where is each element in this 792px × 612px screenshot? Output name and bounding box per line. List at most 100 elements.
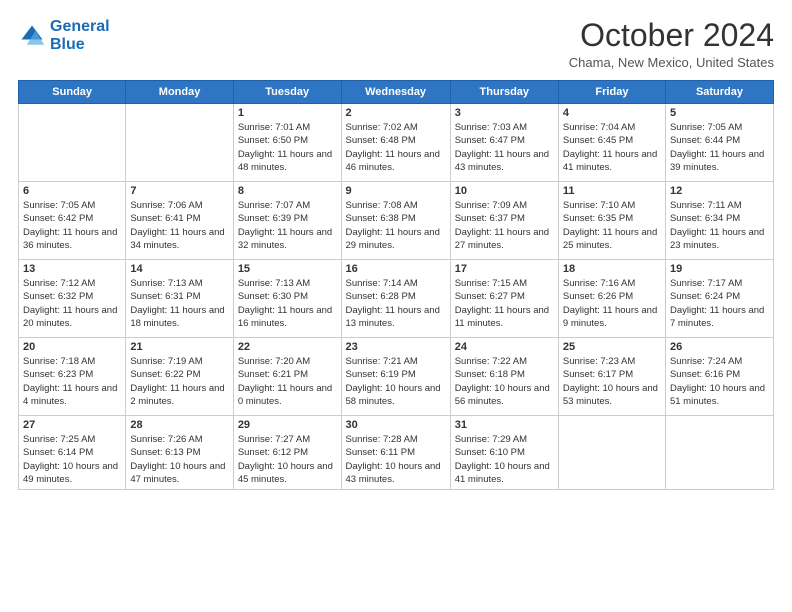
calendar-cell: 24 Sunrise: 7:22 AMSunset: 6:18 PMDayligh… <box>450 338 558 416</box>
day-number: 3 <box>455 107 554 119</box>
calendar-cell: 20 Sunrise: 7:18 AMSunset: 6:23 PMDayligh… <box>19 338 126 416</box>
calendar-cell: 13 Sunrise: 7:12 AMSunset: 6:32 PMDayligh… <box>19 260 126 338</box>
calendar-cell: 18 Sunrise: 7:16 AMSunset: 6:26 PMDayligh… <box>558 260 665 338</box>
calendar-cell: 16 Sunrise: 7:14 AMSunset: 6:28 PMDayligh… <box>341 260 450 338</box>
day-info: Sunrise: 7:11 AMSunset: 6:34 PMDaylight:… <box>670 199 769 252</box>
logo-text: General Blue <box>50 18 110 53</box>
day-number: 31 <box>455 419 554 431</box>
day-info: Sunrise: 7:20 AMSunset: 6:21 PMDaylight:… <box>238 355 337 408</box>
day-info: Sunrise: 7:09 AMSunset: 6:37 PMDaylight:… <box>455 199 554 252</box>
day-number: 17 <box>455 263 554 275</box>
calendar-cell <box>126 104 233 182</box>
day-number: 7 <box>130 185 228 197</box>
calendar-week-2: 13 Sunrise: 7:12 AMSunset: 6:32 PMDayligh… <box>19 260 774 338</box>
calendar-cell: 17 Sunrise: 7:15 AMSunset: 6:27 PMDayligh… <box>450 260 558 338</box>
day-number: 28 <box>130 419 228 431</box>
day-number: 11 <box>563 185 661 197</box>
calendar-cell: 19Sunrise: 7:17 AMSunset: 6:24 PMDayligh… <box>665 260 773 338</box>
header-saturday: Saturday <box>665 81 773 104</box>
day-info: Sunrise: 7:13 AMSunset: 6:30 PMDaylight:… <box>238 277 337 330</box>
calendar-week-3: 20 Sunrise: 7:18 AMSunset: 6:23 PMDayligh… <box>19 338 774 416</box>
header: General Blue October 2024 Chama, New Mex… <box>18 18 774 70</box>
day-number: 5 <box>670 107 769 119</box>
calendar-cell: 14 Sunrise: 7:13 AMSunset: 6:31 PMDayligh… <box>126 260 233 338</box>
day-number: 27 <box>23 419 121 431</box>
day-info: Sunrise: 7:05 AMSunset: 6:42 PMDaylight:… <box>23 199 121 252</box>
header-monday: Monday <box>126 81 233 104</box>
day-number: 14 <box>130 263 228 275</box>
calendar-cell: 30Sunrise: 7:28 AMSunset: 6:11 PMDayligh… <box>341 416 450 490</box>
calendar-week-1: 6 Sunrise: 7:05 AMSunset: 6:42 PMDaylight… <box>19 182 774 260</box>
calendar-cell: 7Sunrise: 7:06 AMSunset: 6:41 PMDaylight… <box>126 182 233 260</box>
calendar-cell: 2Sunrise: 7:02 AMSunset: 6:48 PMDaylight… <box>341 104 450 182</box>
day-number: 15 <box>238 263 337 275</box>
calendar-cell: 3Sunrise: 7:03 AMSunset: 6:47 PMDaylight… <box>450 104 558 182</box>
day-info: Sunrise: 7:17 AMSunset: 6:24 PMDaylight:… <box>670 277 769 330</box>
day-number: 29 <box>238 419 337 431</box>
calendar-cell: 8Sunrise: 7:07 AMSunset: 6:39 PMDaylight… <box>233 182 341 260</box>
day-info: Sunrise: 7:05 AMSunset: 6:44 PMDaylight:… <box>670 121 769 174</box>
calendar-cell: 26 Sunrise: 7:24 AMSunset: 6:16 PMDayligh… <box>665 338 773 416</box>
day-number: 24 <box>455 341 554 353</box>
calendar-cell: 11Sunrise: 7:10 AMSunset: 6:35 PMDayligh… <box>558 182 665 260</box>
day-number: 12 <box>670 185 769 197</box>
calendar-header-row: Sunday Monday Tuesday Wednesday Thursday… <box>19 81 774 104</box>
day-info: Sunrise: 7:26 AMSunset: 6:13 PMDaylight:… <box>130 433 228 486</box>
calendar-cell: 28 Sunrise: 7:26 AMSunset: 6:13 PMDayligh… <box>126 416 233 490</box>
logo-line1: General <box>50 18 110 35</box>
day-number: 22 <box>238 341 337 353</box>
calendar-cell: 25 Sunrise: 7:23 AMSunset: 6:17 PMDayligh… <box>558 338 665 416</box>
logo-line2: Blue <box>50 36 85 53</box>
day-number: 10 <box>455 185 554 197</box>
day-number: 25 <box>563 341 661 353</box>
day-info: Sunrise: 7:22 AMSunset: 6:18 PMDaylight:… <box>455 355 554 408</box>
day-number: 1 <box>238 107 337 119</box>
calendar-cell: 15 Sunrise: 7:13 AMSunset: 6:30 PMDayligh… <box>233 260 341 338</box>
calendar-cell: 31 Sunrise: 7:29 AMSunset: 6:10 PMDayligh… <box>450 416 558 490</box>
day-info: Sunrise: 7:19 AMSunset: 6:22 PMDaylight:… <box>130 355 228 408</box>
calendar-cell: 4 Sunrise: 7:04 AMSunset: 6:45 PMDaylight… <box>558 104 665 182</box>
day-number: 4 <box>563 107 661 119</box>
day-number: 21 <box>130 341 228 353</box>
day-info: Sunrise: 7:25 AMSunset: 6:14 PMDaylight:… <box>23 433 121 486</box>
calendar-week-4: 27 Sunrise: 7:25 AMSunset: 6:14 PMDayligh… <box>19 416 774 490</box>
calendar-cell <box>19 104 126 182</box>
day-info: Sunrise: 7:12 AMSunset: 6:32 PMDaylight:… <box>23 277 121 330</box>
day-info: Sunrise: 7:16 AMSunset: 6:26 PMDaylight:… <box>563 277 661 330</box>
day-info: Sunrise: 7:15 AMSunset: 6:27 PMDaylight:… <box>455 277 554 330</box>
page: General Blue October 2024 Chama, New Mex… <box>0 0 792 612</box>
calendar-cell: 1Sunrise: 7:01 AMSunset: 6:50 PMDaylight… <box>233 104 341 182</box>
day-number: 13 <box>23 263 121 275</box>
location: Chama, New Mexico, United States <box>569 55 774 70</box>
day-info: Sunrise: 7:24 AMSunset: 6:16 PMDaylight:… <box>670 355 769 408</box>
day-info: Sunrise: 7:29 AMSunset: 6:10 PMDaylight:… <box>455 433 554 486</box>
day-info: Sunrise: 7:14 AMSunset: 6:28 PMDaylight:… <box>346 277 446 330</box>
day-number: 18 <box>563 263 661 275</box>
calendar-cell: 29Sunrise: 7:27 AMSunset: 6:12 PMDayligh… <box>233 416 341 490</box>
calendar-week-0: 1Sunrise: 7:01 AMSunset: 6:50 PMDaylight… <box>19 104 774 182</box>
calendar-cell <box>558 416 665 490</box>
header-sunday: Sunday <box>19 81 126 104</box>
calendar-cell: 21 Sunrise: 7:19 AMSunset: 6:22 PMDayligh… <box>126 338 233 416</box>
day-info: Sunrise: 7:04 AMSunset: 6:45 PMDaylight:… <box>563 121 661 174</box>
calendar-cell: 9 Sunrise: 7:08 AMSunset: 6:38 PMDaylight… <box>341 182 450 260</box>
day-info: Sunrise: 7:08 AMSunset: 6:38 PMDaylight:… <box>346 199 446 252</box>
day-number: 6 <box>23 185 121 197</box>
day-number: 16 <box>346 263 446 275</box>
calendar-cell: 22 Sunrise: 7:20 AMSunset: 6:21 PMDayligh… <box>233 338 341 416</box>
calendar-cell: 23Sunrise: 7:21 AMSunset: 6:19 PMDayligh… <box>341 338 450 416</box>
header-thursday: Thursday <box>450 81 558 104</box>
day-number: 26 <box>670 341 769 353</box>
calendar-cell <box>665 416 773 490</box>
day-info: Sunrise: 7:18 AMSunset: 6:23 PMDaylight:… <box>23 355 121 408</box>
day-number: 23 <box>346 341 446 353</box>
month-title: October 2024 <box>569 18 774 53</box>
day-number: 20 <box>23 341 121 353</box>
day-info: Sunrise: 7:02 AMSunset: 6:48 PMDaylight:… <box>346 121 446 174</box>
day-info: Sunrise: 7:13 AMSunset: 6:31 PMDaylight:… <box>130 277 228 330</box>
logo: General Blue <box>18 18 110 53</box>
day-info: Sunrise: 7:23 AMSunset: 6:17 PMDaylight:… <box>563 355 661 408</box>
day-number: 9 <box>346 185 446 197</box>
calendar-cell: 10 Sunrise: 7:09 AMSunset: 6:37 PMDayligh… <box>450 182 558 260</box>
calendar-cell: 27 Sunrise: 7:25 AMSunset: 6:14 PMDayligh… <box>19 416 126 490</box>
